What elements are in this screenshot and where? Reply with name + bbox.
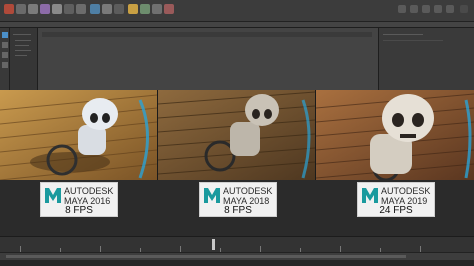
version-badge-2019: AUTODESK MAYA 2019 24 FPS [357, 182, 435, 217]
badge-brand: AUTODESK [381, 186, 431, 196]
command-line[interactable] [0, 260, 474, 266]
attribute-editor-panel[interactable] [378, 28, 474, 90]
settings-icon[interactable] [152, 4, 162, 14]
render-panel-2016 [0, 90, 157, 180]
badge-brand: AUTODESK [64, 186, 114, 196]
top-toolbar [0, 0, 474, 22]
move-tool-icon[interactable] [2, 42, 8, 48]
snap-grid-icon[interactable] [90, 4, 100, 14]
attribute-toggle-icon[interactable] [422, 5, 430, 13]
version-badge-2016: AUTODESK MAYA 2016 8 FPS [40, 182, 118, 217]
badge-fps: 8 FPS [65, 205, 93, 216]
maya-logo-icon [45, 188, 61, 203]
outliner-item[interactable] [13, 34, 31, 35]
maya-logo-icon [204, 188, 220, 203]
badge-fps: 8 FPS [224, 205, 252, 216]
render-image-2016 [0, 90, 157, 180]
render-image-2018 [158, 90, 315, 180]
render-image-2019 [316, 90, 474, 180]
outliner-item[interactable] [15, 40, 31, 41]
outliner-item[interactable] [15, 50, 31, 51]
lasso-icon[interactable] [28, 4, 38, 14]
character-body [230, 122, 260, 156]
attribute-row [383, 34, 423, 35]
paint-icon[interactable] [40, 4, 50, 14]
render-panel-2018 [158, 90, 315, 180]
outliner-item[interactable] [15, 45, 29, 46]
version-badge-2018: AUTODESK MAYA 2018 8 FPS [199, 182, 277, 217]
outliner-item[interactable] [15, 55, 27, 56]
select-tool-icon[interactable] [2, 32, 8, 38]
workspace-icon[interactable] [398, 5, 406, 13]
select-icon[interactable] [16, 4, 26, 14]
render-panel-2019 [316, 90, 474, 180]
tool-settings-icon[interactable] [434, 5, 442, 13]
channel-box-icon[interactable] [446, 5, 454, 13]
ipr-icon[interactable] [140, 4, 150, 14]
attribute-row [383, 40, 443, 41]
viewport-menu-bar[interactable] [42, 32, 372, 37]
panel-layout-icon[interactable] [410, 5, 418, 13]
playhead[interactable] [212, 239, 215, 250]
scale-icon[interactable] [76, 4, 86, 14]
move-icon[interactable] [52, 4, 62, 14]
badge-brand: AUTODESK [223, 186, 273, 196]
rotate-icon[interactable] [64, 4, 74, 14]
snap-curve-icon[interactable] [102, 4, 112, 14]
range-slider[interactable] [0, 252, 474, 260]
comparison-strip [0, 90, 474, 180]
scale-tool-icon[interactable] [2, 62, 8, 68]
close-icon[interactable] [460, 5, 468, 13]
left-toolbox[interactable] [0, 28, 10, 90]
rotate-tool-icon[interactable] [2, 52, 8, 58]
character-head [245, 94, 279, 126]
hypershade-icon[interactable] [164, 4, 174, 14]
range-handle[interactable] [6, 255, 406, 258]
menu-icon[interactable] [4, 4, 14, 14]
maya-logo-icon [362, 188, 378, 203]
character-head [82, 98, 118, 130]
viewport-panel[interactable] [38, 28, 378, 90]
badge-fps: 24 FPS [379, 205, 413, 216]
render-icon[interactable] [128, 4, 138, 14]
snap-point-icon[interactable] [114, 4, 124, 14]
time-slider[interactable] [0, 236, 474, 252]
outliner-panel[interactable] [10, 28, 38, 90]
